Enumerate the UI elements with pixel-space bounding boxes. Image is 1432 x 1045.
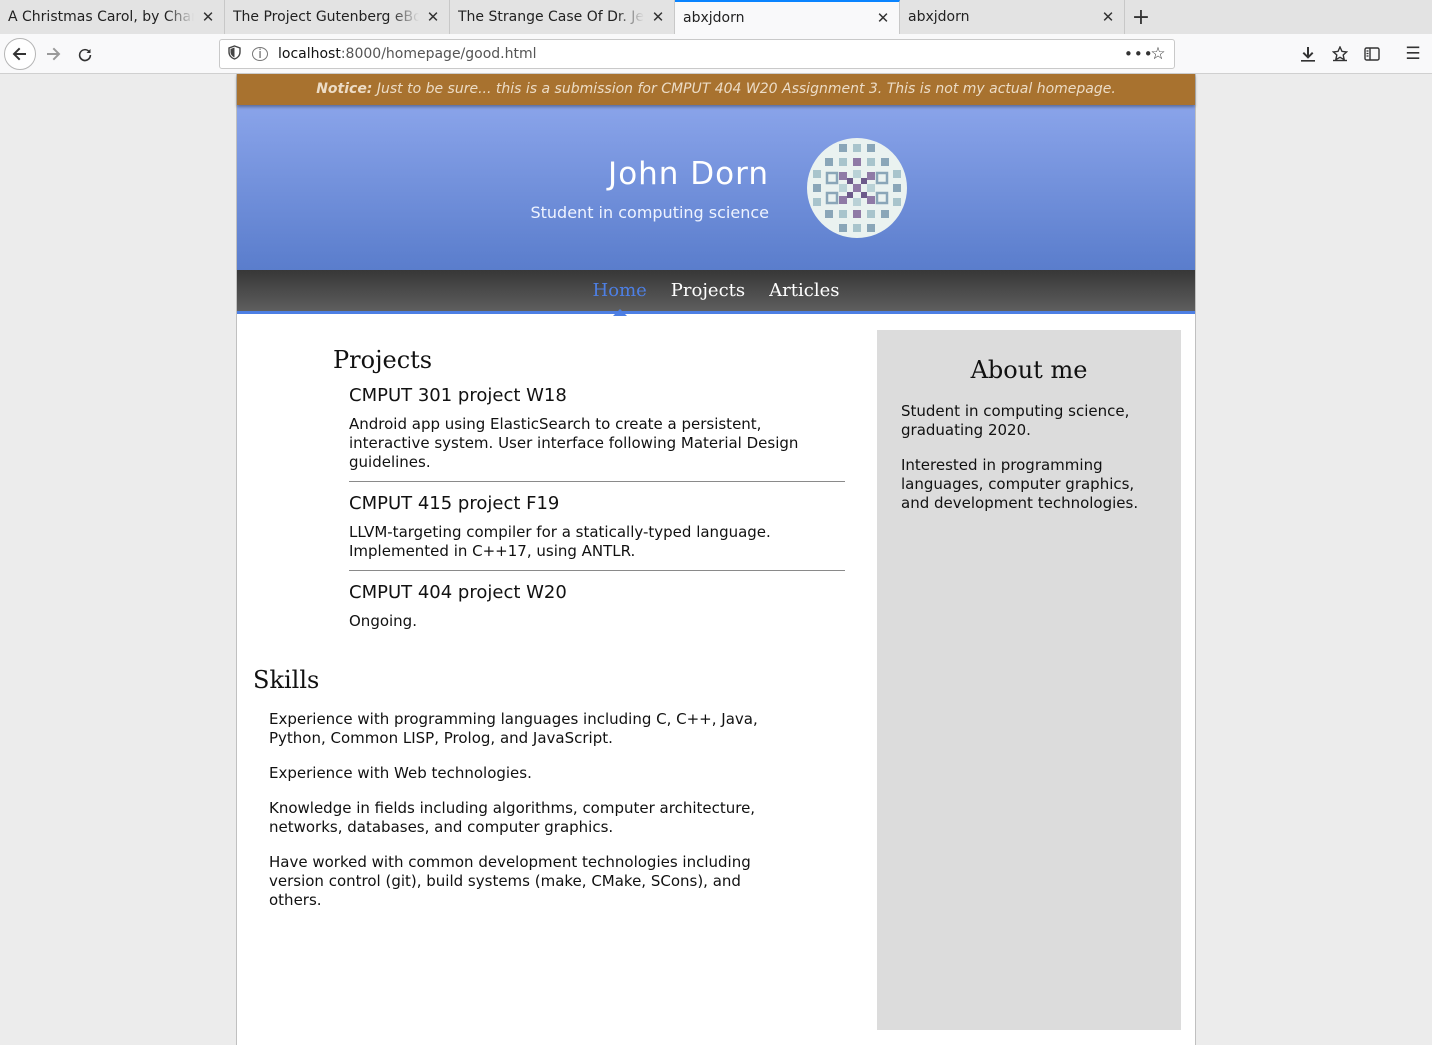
url-host: localhost xyxy=(278,46,341,62)
skill-item: Have worked with common development tech… xyxy=(269,853,751,909)
plus-icon: + xyxy=(1131,4,1151,30)
back-button[interactable] xyxy=(4,38,36,70)
download-icon[interactable] xyxy=(1296,42,1320,66)
project-item: CMPUT 415 project F19 LLVM-targeting com… xyxy=(349,493,845,571)
close-icon[interactable]: ✕ xyxy=(1100,9,1116,25)
close-icon[interactable]: ✕ xyxy=(650,9,666,25)
projects-section: Projects CMPUT 301 project W18 Android a… xyxy=(333,346,845,640)
nav-link-home[interactable]: Home xyxy=(593,280,647,316)
browser-tab[interactable]: The Project Gutenberg eBook ✕ xyxy=(225,0,450,34)
site-navigation: Home Projects Articles xyxy=(237,270,1195,316)
skills-heading: Skills xyxy=(253,666,320,694)
close-icon[interactable]: ✕ xyxy=(200,9,216,25)
notice-text: Just to be sure... this is a submission … xyxy=(372,81,1116,97)
skill-item: Knowledge in fields including algorithms… xyxy=(269,799,756,836)
browser-tab[interactable]: The Strange Case Of Dr. Jekyll ✕ xyxy=(450,0,675,34)
tracking-shield-icon[interactable] xyxy=(226,44,242,64)
about-sidebar: About me Student in computing science, g… xyxy=(877,330,1181,1030)
tab-title: abxjdorn xyxy=(683,10,745,26)
library-icon[interactable] xyxy=(1328,42,1352,66)
reload-icon xyxy=(78,48,92,62)
url-bar[interactable]: i localhost:8000/homepage/good.html ••• … xyxy=(219,39,1175,69)
back-arrow-icon xyxy=(12,47,26,61)
project-item: CMPUT 301 project W18 Android app using … xyxy=(349,385,845,482)
web-page: Notice: Just to be sure... this is a sub… xyxy=(236,74,1196,1045)
project-title: CMPUT 404 project W20 xyxy=(349,582,567,603)
project-description: LLVM-targeting compiler for a statically… xyxy=(349,523,771,560)
browser-tab-active[interactable]: abxjdorn ✕ xyxy=(675,0,900,34)
main-content: Projects CMPUT 301 project W18 Android a… xyxy=(237,314,1195,1045)
project-description: Ongoing. xyxy=(349,612,417,630)
reload-button[interactable] xyxy=(69,38,101,70)
notice-label: Notice: xyxy=(316,81,373,97)
browser-tab[interactable]: abxjdorn ✕ xyxy=(900,0,1125,34)
nav-link-articles[interactable]: Articles xyxy=(769,280,839,301)
avatar xyxy=(807,138,907,238)
forward-button[interactable] xyxy=(37,38,69,70)
about-paragraph: Student in computing science, graduating… xyxy=(901,402,1130,439)
project-title: CMPUT 301 project W18 xyxy=(349,385,567,406)
url-text[interactable]: localhost:8000/homepage/good.html xyxy=(278,46,1124,62)
project-title: CMPUT 415 project F19 xyxy=(349,493,560,514)
nav-link-projects[interactable]: Projects xyxy=(671,280,745,301)
avatar-pattern-icon xyxy=(813,144,901,232)
tab-title: The Strange Case Of Dr. Jekyll xyxy=(458,9,644,25)
projects-heading: Projects xyxy=(333,346,433,374)
page-title: John Dorn xyxy=(608,156,769,192)
tab-title: The Project Gutenberg eBook xyxy=(233,9,419,25)
notice-banner: Notice: Just to be sure... this is a sub… xyxy=(237,74,1195,105)
header-banner: John Dorn Student in computing science xyxy=(237,105,1195,270)
page-subtitle: Student in computing science xyxy=(530,203,769,222)
project-item: CMPUT 404 project W20 Ongoing. xyxy=(349,582,845,640)
close-icon[interactable]: ✕ xyxy=(875,10,891,26)
project-description: Android app using ElasticSearch to creat… xyxy=(349,415,799,471)
about-paragraph: Interested in programming languages, com… xyxy=(901,456,1139,512)
skill-item: Experience with Web technologies. xyxy=(269,764,532,782)
browser-tab[interactable]: A Christmas Carol, by Charles Dickens ✕ xyxy=(0,0,225,34)
sidebar-icon[interactable] xyxy=(1360,42,1384,66)
bookmark-star-icon[interactable]: ☆ xyxy=(1146,44,1170,64)
about-heading: About me xyxy=(970,356,1088,384)
url-path: :8000/homepage/good.html xyxy=(340,46,537,62)
skill-item: Experience with programming languages in… xyxy=(269,710,758,747)
tab-strip: A Christmas Carol, by Charles Dickens ✕ … xyxy=(0,0,1432,34)
tab-title: A Christmas Carol, by Charles Dickens xyxy=(8,9,194,25)
new-tab-button[interactable]: + xyxy=(1125,0,1157,34)
forward-arrow-icon xyxy=(47,47,61,61)
page-actions-icon[interactable]: ••• xyxy=(1124,45,1153,63)
site-info-icon[interactable]: i xyxy=(252,47,268,61)
close-icon[interactable]: ✕ xyxy=(425,9,441,25)
skills-section: Skills Experience with programming langu… xyxy=(253,666,773,910)
tab-title: abxjdorn xyxy=(908,9,970,25)
hamburger-menu-icon[interactable]: ☰ xyxy=(1401,42,1425,66)
navigation-toolbar: i localhost:8000/homepage/good.html ••• … xyxy=(0,34,1432,74)
